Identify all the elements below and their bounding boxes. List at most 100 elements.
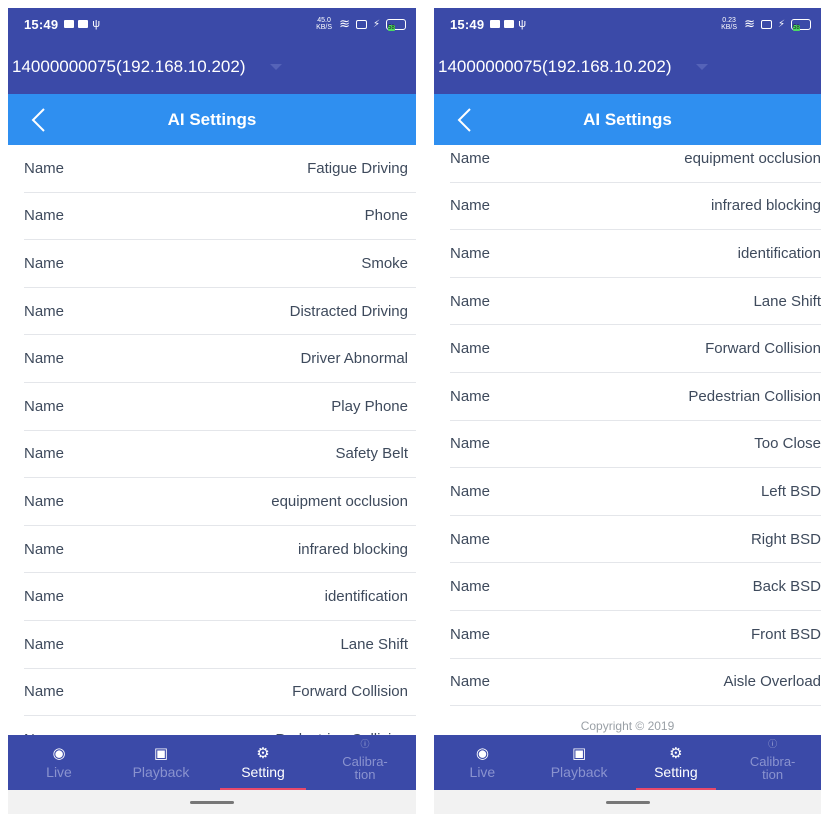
bottom-tab-bar: ◉ Live ▣ Playback ⚙ Setting ⓘ Calibra- t… (434, 735, 821, 790)
row-value: infrared blocking (297, 540, 408, 558)
gear-icon: ⚙ (256, 744, 270, 762)
list-item[interactable]: Name Lane Shift (24, 621, 416, 669)
list-item[interactable]: Name Safety Belt (24, 431, 416, 479)
row-label: Name (24, 254, 65, 272)
charging-icon: ⚡ (372, 18, 380, 30)
device-bar[interactable]: 14000000075(192.168.10.202) (434, 40, 821, 94)
tab-setting-label: Setting (654, 763, 698, 780)
wifi-icon: ≋ (339, 16, 350, 31)
row-label: Name (450, 292, 491, 310)
row-value: Driver Abnormal (300, 350, 408, 368)
row-value: identification (737, 244, 821, 262)
mail-icon (78, 20, 89, 28)
list-item[interactable]: Name equipment occlusion (24, 478, 416, 526)
row-label: Name (24, 302, 65, 320)
list-item[interactable]: Name infrared blocking (450, 183, 821, 231)
status-time: 15:49 (450, 16, 485, 32)
settings-list[interactable]: Name Fatigue Driving Name Phone Name Smoke Nam… (8, 145, 416, 735)
row-label: Name (24, 683, 65, 701)
list-item[interactable]: Name Right BSD (450, 516, 821, 564)
list-item[interactable]: Name Aisle Overload (450, 659, 821, 707)
back-button[interactable] (452, 106, 478, 134)
list-item[interactable]: Name infrared blocking (24, 526, 416, 574)
row-value: Back BSD (752, 578, 821, 596)
screen-icon (355, 19, 367, 29)
row-label: Name (24, 350, 65, 368)
dropdown-arrow-icon[interactable] (269, 64, 282, 70)
tab-live-label: Live (469, 763, 496, 780)
row-value: infrared blocking (710, 197, 821, 215)
list-item[interactable]: Name Play Phone (24, 383, 416, 431)
back-button[interactable] (26, 106, 52, 134)
wifi-icon: ≋ (744, 16, 755, 31)
row-label: Name (450, 387, 491, 405)
list-item[interactable]: Name Lane Shift (450, 278, 821, 326)
tab-playback[interactable]: ▣ Playback (110, 735, 212, 790)
list-item[interactable]: Name identification (450, 230, 821, 278)
row-value: Aisle Overload (723, 673, 821, 691)
tab-calibration[interactable]: ⓘ Calibra- tion (724, 735, 821, 790)
home-indicator[interactable] (190, 800, 234, 804)
row-value: equipment occlusion (684, 149, 821, 167)
tab-setting[interactable]: ⚙ Setting (212, 735, 314, 790)
device-select[interactable]: 14000000075(192.168.10.202) (12, 57, 246, 77)
device-bar[interactable]: 14000000075(192.168.10.202) (8, 40, 416, 94)
list-item[interactable]: Name Forward Collision (24, 669, 416, 717)
list-item[interactable]: NamePedestrian Collision (24, 716, 416, 735)
row-label: Name (24, 159, 65, 177)
tab-setting[interactable]: ⚙ Setting (628, 735, 725, 790)
right-phone-screen: 15:49 ψ 0.23 KB/S ≋ ⚡ 58 14000000075(192… (434, 0, 821, 814)
device-select[interactable]: 14000000075(192.168.10.202) (438, 57, 672, 77)
row-value: Right BSD (750, 530, 821, 548)
status-bar: 15:49 ψ 0.23 KB/S ≋ ⚡ 58 (434, 8, 821, 40)
list-item[interactable]: Name Pedestrian Collision (450, 373, 821, 421)
row-value: Distracted Driving (289, 302, 408, 320)
notification-icon (64, 20, 75, 28)
tab-calibration-label-2: tion (354, 766, 376, 782)
page-title: AI Settings (167, 109, 257, 129)
tab-calibration[interactable]: ⓘ Calibra- tion (314, 735, 416, 790)
bottom-tab-bar: ◉ Live ▣ Playback ⚙ Setting ⓘ Calibra- t… (8, 735, 416, 790)
list-item[interactable]: Name Fatigue Driving (24, 145, 416, 193)
row-value: equipment occlusion (271, 492, 408, 510)
list-item[interactable]: Name identification (24, 573, 416, 621)
mail-icon (504, 20, 515, 28)
row-value: Pedestrian Collision (688, 387, 821, 405)
list-item[interactable]: Name Driver Abnormal (24, 335, 416, 383)
tab-live[interactable]: ◉ Live (434, 735, 531, 790)
page-title: AI Settings (583, 109, 672, 129)
row-label: Name (24, 445, 65, 463)
list-item[interactable]: Name Left BSD (450, 468, 821, 516)
row-value: Fatigue Driving (307, 159, 408, 177)
usb-icon: ψ (92, 17, 101, 30)
screen-icon (760, 19, 772, 29)
row-value: Left BSD (760, 482, 821, 500)
row-label: Name (450, 578, 491, 596)
battery-icon: 58 (386, 18, 406, 31)
list-item[interactable]: Name Back BSD (450, 563, 821, 611)
dropdown-arrow-icon[interactable] (695, 64, 708, 70)
row-value: Safety Belt (335, 445, 408, 463)
list-item[interactable]: Name Front BSD (450, 611, 821, 659)
settings-list[interactable]: Name equipment occlusion Name infrared bloc… (434, 135, 821, 725)
row-label: Name (24, 492, 65, 510)
tab-live[interactable]: ◉ Live (8, 735, 110, 790)
row-value: Front BSD (750, 625, 821, 643)
list-item[interactable]: Name Distracted Driving (24, 288, 416, 336)
chevron-left-icon (31, 108, 45, 132)
tab-playback[interactable]: ▣ Playback (531, 735, 628, 790)
row-value: Forward Collision (292, 683, 408, 701)
battery-icon: 58 (791, 18, 811, 31)
list-item[interactable]: Name Forward Collision (450, 325, 821, 373)
row-value: Phone (364, 207, 408, 225)
list-item[interactable]: Name Too Close (450, 421, 821, 469)
image-icon: ▣ (153, 744, 169, 762)
row-value: Lane Shift (753, 292, 821, 310)
list-item[interactable]: Name equipment occlusion (450, 135, 821, 183)
list-item[interactable]: Name Phone (24, 193, 416, 241)
row-value: Forward Collision (705, 340, 821, 358)
usb-icon: ψ (518, 17, 527, 30)
home-indicator[interactable] (605, 800, 650, 804)
notification-icon (490, 20, 501, 28)
list-item[interactable]: Name Smoke (24, 240, 416, 288)
